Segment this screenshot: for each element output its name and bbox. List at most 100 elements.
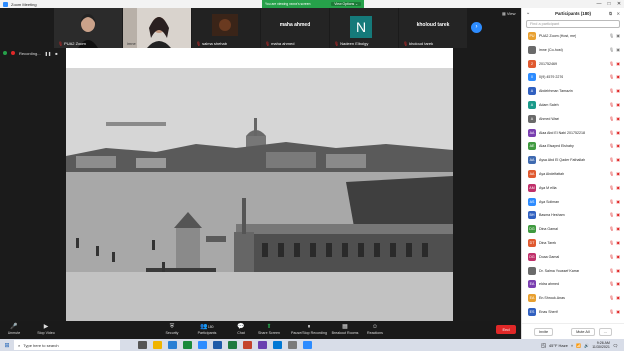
mic-muted-icon: 🎙 (609, 198, 615, 204)
participant-row[interactable]: DG Doaa Gamal 🎙 ▣ (522, 251, 624, 263)
video-tile[interactable]: imne (123, 8, 191, 48)
notifications-icon[interactable]: 🗨 (613, 343, 618, 348)
view-options-button[interactable]: View Options ⌄ (331, 2, 361, 6)
app-icon[interactable] (288, 341, 297, 349)
video-tile[interactable]: 🎙salma shehab (192, 8, 260, 48)
participant-name: Alaa Abd El Nabi 201752218 (539, 130, 585, 135)
invite-button[interactable]: Invite (534, 327, 554, 336)
teams-icon[interactable] (258, 341, 267, 349)
participant-row[interactable]: A Ahmed Wael 🎙 ▣ (522, 113, 624, 125)
video-off-icon: ▣ (616, 198, 620, 204)
word-icon[interactable] (213, 341, 222, 349)
participant-row[interactable]: AA Aysa Abd El Qader Fathallah 🎙 ▣ (522, 154, 624, 166)
participant-row[interactable]: AM Aya M ellia 🎙 ▣ (522, 182, 624, 194)
participant-row[interactable]: AE Alaa Elsayed Elshaby 🎙 ▣ (522, 140, 624, 152)
end-meeting-button[interactable]: End (496, 325, 516, 334)
powerpoint-icon[interactable] (243, 341, 252, 349)
participant-name: Aysa Abd El Qader Fathallah (539, 158, 586, 163)
participants-button[interactable]: 👥180 Participants (189, 323, 225, 335)
close-button[interactable]: ✕ (614, 0, 624, 8)
mic-muted-icon: 🎙 (609, 267, 615, 273)
tray-chevron-icon[interactable]: ˄ (571, 343, 573, 348)
participant-row[interactable]: BH Basma Hesham 🎙 ▣ (522, 209, 624, 221)
mic-muted-icon: 🎙 (609, 115, 615, 121)
zoom-window: Zoom Meeting — □ ✕ You are viewing xxxxx… (0, 0, 624, 351)
participant-row[interactable]: A Adam Saleh 🎙 ▣ (522, 99, 624, 111)
video-tile[interactable]: 🎙PUA2 Zoom (54, 8, 122, 48)
participant-row[interactable]: AA Aya Abdelfattah 🎙 ▣ (522, 168, 624, 180)
video-tile[interactable]: maha ahmed 🎙maha ahmed (261, 8, 329, 48)
venice-photo (66, 48, 453, 328)
participant-row[interactable]: EA En.Shrouk.Anas 🎙 ▣ (522, 292, 624, 304)
zoom-app-icon (3, 1, 8, 7)
zoom-meeting-taskbar-icon[interactable] (303, 341, 312, 349)
chrome-browser-icon[interactable] (183, 341, 192, 349)
participant-status: 🎙 ▣ (609, 157, 620, 163)
participant-row[interactable]: A Abdelrhman Tamazin 🎙 ▣ (522, 85, 624, 97)
participant-row[interactable]: PU PUA2 Zoom (Host, me) 🎙 ▣ (522, 30, 624, 42)
zoom-taskbar-icon[interactable] (198, 341, 207, 349)
shared-screen-content (66, 48, 453, 328)
participant-status: 🎙 ▣ (609, 185, 620, 191)
reactions-button[interactable]: ☺ Reactions (357, 323, 393, 335)
participant-avatar: A (528, 101, 536, 109)
video-off-icon: ▣ (616, 309, 620, 314)
taskbar-search-input[interactable]: ⌕ Type here to search (14, 340, 120, 350)
participant-row[interactable]: ES Enas Sherif 🎙 ▣ (522, 306, 624, 318)
collapse-chevron-icon[interactable]: ⌄ (526, 10, 530, 16)
video-tile[interactable]: kholoud tarek 🎙kholoud tarek (399, 8, 467, 48)
participant-row[interactable]: imne (Co-host) 🎙 ▣ (522, 44, 624, 56)
volume-icon[interactable]: 🔊 (584, 343, 589, 348)
participant-row[interactable]: EA eldra ahmed 🎙 ▣ (522, 278, 624, 290)
participant-row[interactable]: Dr. Salma Youssef Karrar 🎙 ▣ (522, 265, 624, 277)
stop-video-button[interactable]: ▶ Stop Video (28, 323, 64, 335)
mute-all-button[interactable]: Mute All (571, 327, 595, 336)
wifi-icon[interactable]: 📶 (576, 343, 581, 348)
clock[interactable]: 9:26 AM 11/30/2021 (592, 341, 610, 350)
mic-muted-icon: 🎙 (609, 184, 615, 190)
participant-name: Aya M ellia (539, 185, 557, 190)
task-view-icon[interactable] (138, 341, 147, 349)
participant-row[interactable]: DT Dina Tarek 🎙 ▣ (522, 237, 624, 249)
window-controls: — □ ✕ (594, 0, 624, 8)
participant-row[interactable]: 0 0(9) 4579 2276 🎙 ▣ (522, 71, 624, 83)
participant-name: imne (Co-host) (539, 47, 563, 52)
view-button[interactable]: ▦ View (502, 11, 516, 16)
participant-status: 🎙 ▣ (609, 240, 620, 246)
mic-muted-icon: 🎙 (609, 212, 615, 218)
next-page-arrow-icon[interactable]: › (471, 22, 482, 33)
maximize-button[interactable]: □ (604, 0, 614, 8)
participant-row[interactable]: AS Aya Soliman 🎙 ▣ (522, 196, 624, 208)
participant-status: 🎙 ▣ (609, 199, 620, 205)
minimize-button[interactable]: — (594, 0, 604, 8)
video-strip: 🎙PUA2 Zoom imne 🎙salma shehab maha ahmed… (0, 8, 521, 48)
participant-row[interactable]: AA Alaa Abd El Nabi 201752218 🎙 ▣ (522, 127, 624, 139)
participant-status: 🎙 ▣ (609, 88, 620, 94)
participant-avatar: AA (528, 170, 536, 178)
pause-recording-icon: ⏸ (307, 324, 311, 330)
weather-label[interactable]: 45°F Haze (549, 343, 568, 348)
tile-display-name: kholoud tarek (416, 22, 450, 28)
windows-start-icon[interactable]: ⊞ (0, 342, 14, 349)
close-panel-icon[interactable]: ✕ (617, 11, 620, 16)
participant-row[interactable]: 2 201752469 🎙 ▣ (522, 58, 624, 70)
video-off-icon: ▣ (616, 267, 620, 273)
excel-icon[interactable] (228, 341, 237, 349)
participant-name: Dina Gamal (539, 227, 558, 232)
participant-avatar: ES (528, 308, 536, 316)
popout-icon[interactable]: ⧉ (609, 11, 612, 16)
pause-stop-recording-button[interactable]: ⏸ Pause/Stop Recording (289, 323, 329, 335)
participant-status: 🎙 ▣ (609, 254, 620, 260)
share-screen-button[interactable]: ⬆ Share Screen (251, 323, 287, 335)
more-options-button[interactable]: ... (598, 327, 612, 336)
edge-browser-icon[interactable] (168, 341, 177, 349)
outlook-icon[interactable] (273, 341, 282, 349)
people-icon: 👥180 (200, 324, 214, 330)
stop-recording-icon[interactable]: ■ (55, 51, 57, 56)
pause-recording-icon[interactable]: ❚❚ (45, 51, 52, 56)
security-button[interactable]: ⛨ Security (154, 323, 190, 335)
participant-search-input[interactable]: Find a participant (526, 20, 620, 28)
file-explorer-icon[interactable] (153, 341, 162, 349)
mic-muted-icon: 🎙 (609, 157, 615, 163)
participant-row[interactable]: DG Dina Gamal 🎙 ▣ (522, 223, 624, 235)
